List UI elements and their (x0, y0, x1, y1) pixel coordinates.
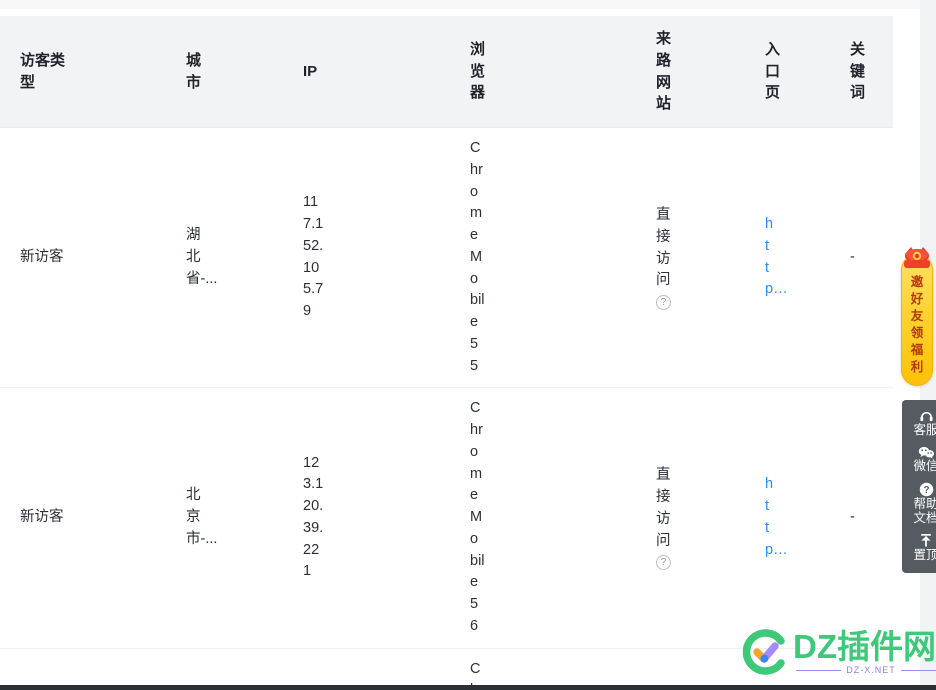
cell-visitor-type: 新访客 (0, 127, 83, 389)
column-header-browser[interactable]: 浏览器 (332, 16, 494, 128)
visitor-table-scroll-container[interactable]: 访客类型 城市 IP 浏览器 来路网站 入口页 关键词 访问页数 访问时长 新访… (0, 16, 893, 686)
cell-city: 广东省-... (83, 648, 194, 686)
side-tool-wechat[interactable]: 微信 (902, 442, 936, 478)
cell-entry-page[interactable]: http… (664, 387, 788, 649)
cell-keyword: - (773, 127, 861, 389)
column-header-visitor-type[interactable]: 访客类型 (0, 16, 83, 128)
table-body: 新访客 湖北省-... 117.152.105.79 Chrome Mobile 55… (0, 127, 893, 686)
side-tool-customer-service[interactable]: 客服 (902, 405, 936, 442)
column-header-page-views[interactable]: 访问页数 (861, 16, 893, 128)
wechat-icon (902, 446, 936, 459)
gift-char-4: 福 (910, 343, 924, 357)
table-row[interactable]: 新访客 北京市-... 123.120.39.221 Chrome Mobile 56… (0, 387, 893, 649)
invite-friends-banner-text: 邀 好 友 领 福 利 (901, 274, 933, 382)
cell-browser: Chrome Mobile 46 (332, 648, 494, 686)
cell-browser: Chrome Mobile 55 (332, 127, 494, 389)
floating-side-toolbar: 客服 微信 ? 帮助 文档 置顶 (902, 400, 936, 573)
cell-entry-page[interactable]: http… (664, 127, 788, 389)
side-tool-help-doc[interactable]: ? 帮助 文档 (902, 478, 936, 529)
side-tool-help-doc-label-line1: 帮助 (913, 497, 936, 511)
column-header-city-label: 城市 (186, 51, 202, 91)
cell-ip: 123.120.39.221 (194, 387, 332, 649)
column-header-ip-label: IP (303, 62, 318, 80)
side-tool-customer-service-label: 客服 (913, 423, 936, 437)
column-header-ip[interactable]: IP (194, 16, 332, 128)
side-tool-help-doc-label-line2: 文档 (913, 511, 936, 525)
cell-keyword: - (773, 387, 861, 649)
gift-char-2: 友 (910, 309, 924, 323)
cell-keyword: - (773, 648, 861, 686)
column-header-visitor-type-label: 访客类型 (20, 51, 66, 91)
cell-page-views: 1 (861, 127, 893, 389)
cell-browser: Chrome Mobile 56 (332, 387, 494, 649)
cell-ip: 117.152.105.79 (194, 127, 332, 389)
table-row[interactable]: 新访客广东省-...183.45.155.138Chrome Mobile 46… (0, 648, 893, 686)
visitor-log-table: 访客类型 城市 IP 浏览器 来路网站 入口页 关键词 访问页数 访问时长 新访… (0, 16, 893, 686)
page-root: 访客类型 城市 IP 浏览器 来路网站 入口页 关键词 访问页数 访问时长 新访… (0, 0, 936, 690)
cell-visitor-type: 新访客 (0, 648, 83, 686)
gift-char-5: 利 (910, 360, 924, 374)
arrow-up-icon (902, 533, 936, 548)
table-row[interactable]: 新访客 湖北省-... 117.152.105.79 Chrome Mobile 55… (0, 127, 893, 389)
gift-knot-icon (904, 247, 930, 268)
column-header-source-site-label: 来路网站 (656, 30, 672, 113)
page-bottom-strip (0, 685, 936, 690)
cell-source-site: 直接访问? (494, 387, 671, 649)
column-header-entry-page-label: 入口页 (765, 40, 781, 102)
cell-page-views: 1 (861, 387, 893, 649)
cell-city: 湖北省-... (83, 127, 217, 389)
page-top-strip (0, 0, 936, 9)
column-header-keyword-label: 关键词 (850, 40, 866, 102)
cell-visitor-type: 新访客 (0, 387, 83, 649)
cell-ip: 183.45.155.138 (194, 648, 332, 686)
column-header-entry-page[interactable]: 入口页 (664, 16, 780, 128)
column-header-browser-label: 浏览器 (470, 40, 486, 102)
gift-char-1: 好 (910, 292, 924, 306)
svg-text:?: ? (923, 485, 929, 496)
table-header-row: 访客类型 城市 IP 浏览器 来路网站 入口页 关键词 访问页数 访问时长 (0, 16, 893, 128)
cell-source-site: 直接访问? (494, 648, 664, 686)
side-tool-back-to-top-label: 置顶 (913, 548, 936, 562)
table-header: 访客类型 城市 IP 浏览器 来路网站 入口页 关键词 访问页数 访问时长 (0, 16, 893, 128)
cell-city: 北京市-... (83, 387, 217, 649)
cell-entry-page[interactable]: http… (664, 648, 773, 686)
side-tool-back-to-top[interactable]: 置顶 (902, 529, 936, 567)
headset-icon (902, 409, 936, 423)
page-top-strip-inner (0, 9, 920, 16)
question-circle-icon: ? (902, 482, 936, 497)
gift-char-0: 邀 (910, 275, 924, 289)
side-tool-wechat-label: 微信 (913, 459, 936, 473)
column-header-source-site[interactable]: 来路网站 (494, 16, 671, 128)
column-header-city[interactable]: 城市 (83, 16, 201, 128)
cell-source-site: 直接访问? (494, 127, 671, 389)
column-header-keyword[interactable]: 关键词 (773, 16, 865, 128)
cell-page-views: 1 (861, 648, 893, 686)
gift-char-3: 领 (910, 326, 924, 340)
